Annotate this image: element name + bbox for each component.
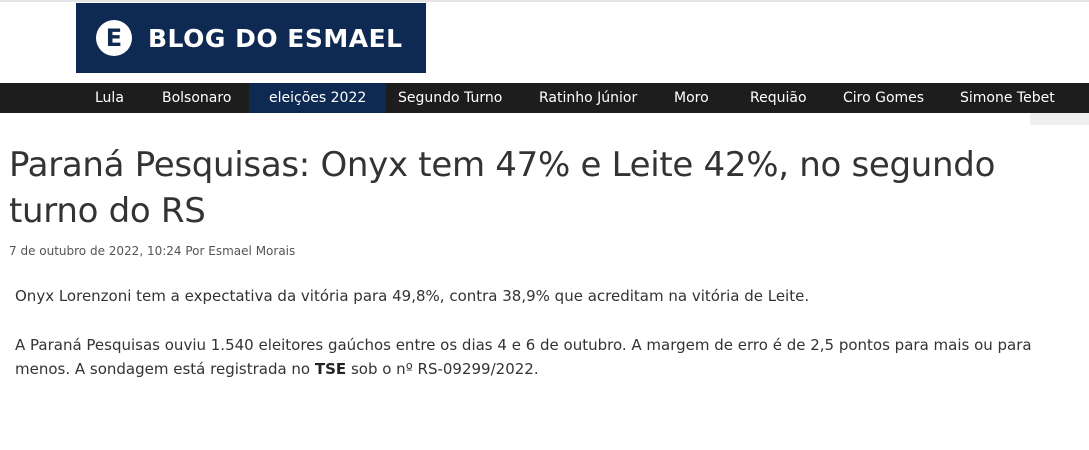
paragraph-2-text-end: sob o nº RS-09299/2022. [346,360,539,378]
logo-e-icon: E [96,20,132,56]
main-navigation: Lula Bolsonaro eleições 2022 Segundo Tur… [0,83,1089,113]
tse-keyword: TSE [314,360,347,378]
top-border [0,0,1089,2]
article-title: Paraná Pesquisas: Onyx tem 47% e Leite 4… [9,145,996,231]
nav-item-lula[interactable]: Lula [95,83,124,113]
nav-item-moro[interactable]: Moro [674,83,709,113]
nav-item-requiao[interactable]: Requião [750,83,807,113]
article-paragraph-2: A Paraná Pesquisas ouviu 1.540 eleitores… [15,333,1055,381]
nav-item-eleicoes-2022[interactable]: eleições 2022 [249,83,387,113]
byline-prefix: Por [185,244,205,258]
article-paragraph-1: Onyx Lorenzoni tem a expectativa da vitó… [15,287,810,305]
nav-item-simone-tebet[interactable]: Simone Tebet [960,83,1055,113]
nav-item-ciro-gomes[interactable]: Ciro Gomes [843,83,924,113]
nav-item-bolsonaro[interactable]: Bolsonaro [162,83,231,113]
nav-item-segundo-turno[interactable]: Segundo Turno [398,83,502,113]
author-link[interactable]: Esmael Morais [208,244,295,258]
article-date: 7 de outubro de 2022, 10:24 [9,244,182,258]
nav-edge [1030,113,1089,125]
logo-text: BLOG DO ESMAEL [148,23,403,53]
nav-item-ratinho-junior[interactable]: Ratinho Júnior [539,83,637,113]
site-logo[interactable]: E BLOG DO ESMAEL [76,3,426,73]
article-meta: 7 de outubro de 2022, 10:24 Por Esmael M… [9,244,295,258]
